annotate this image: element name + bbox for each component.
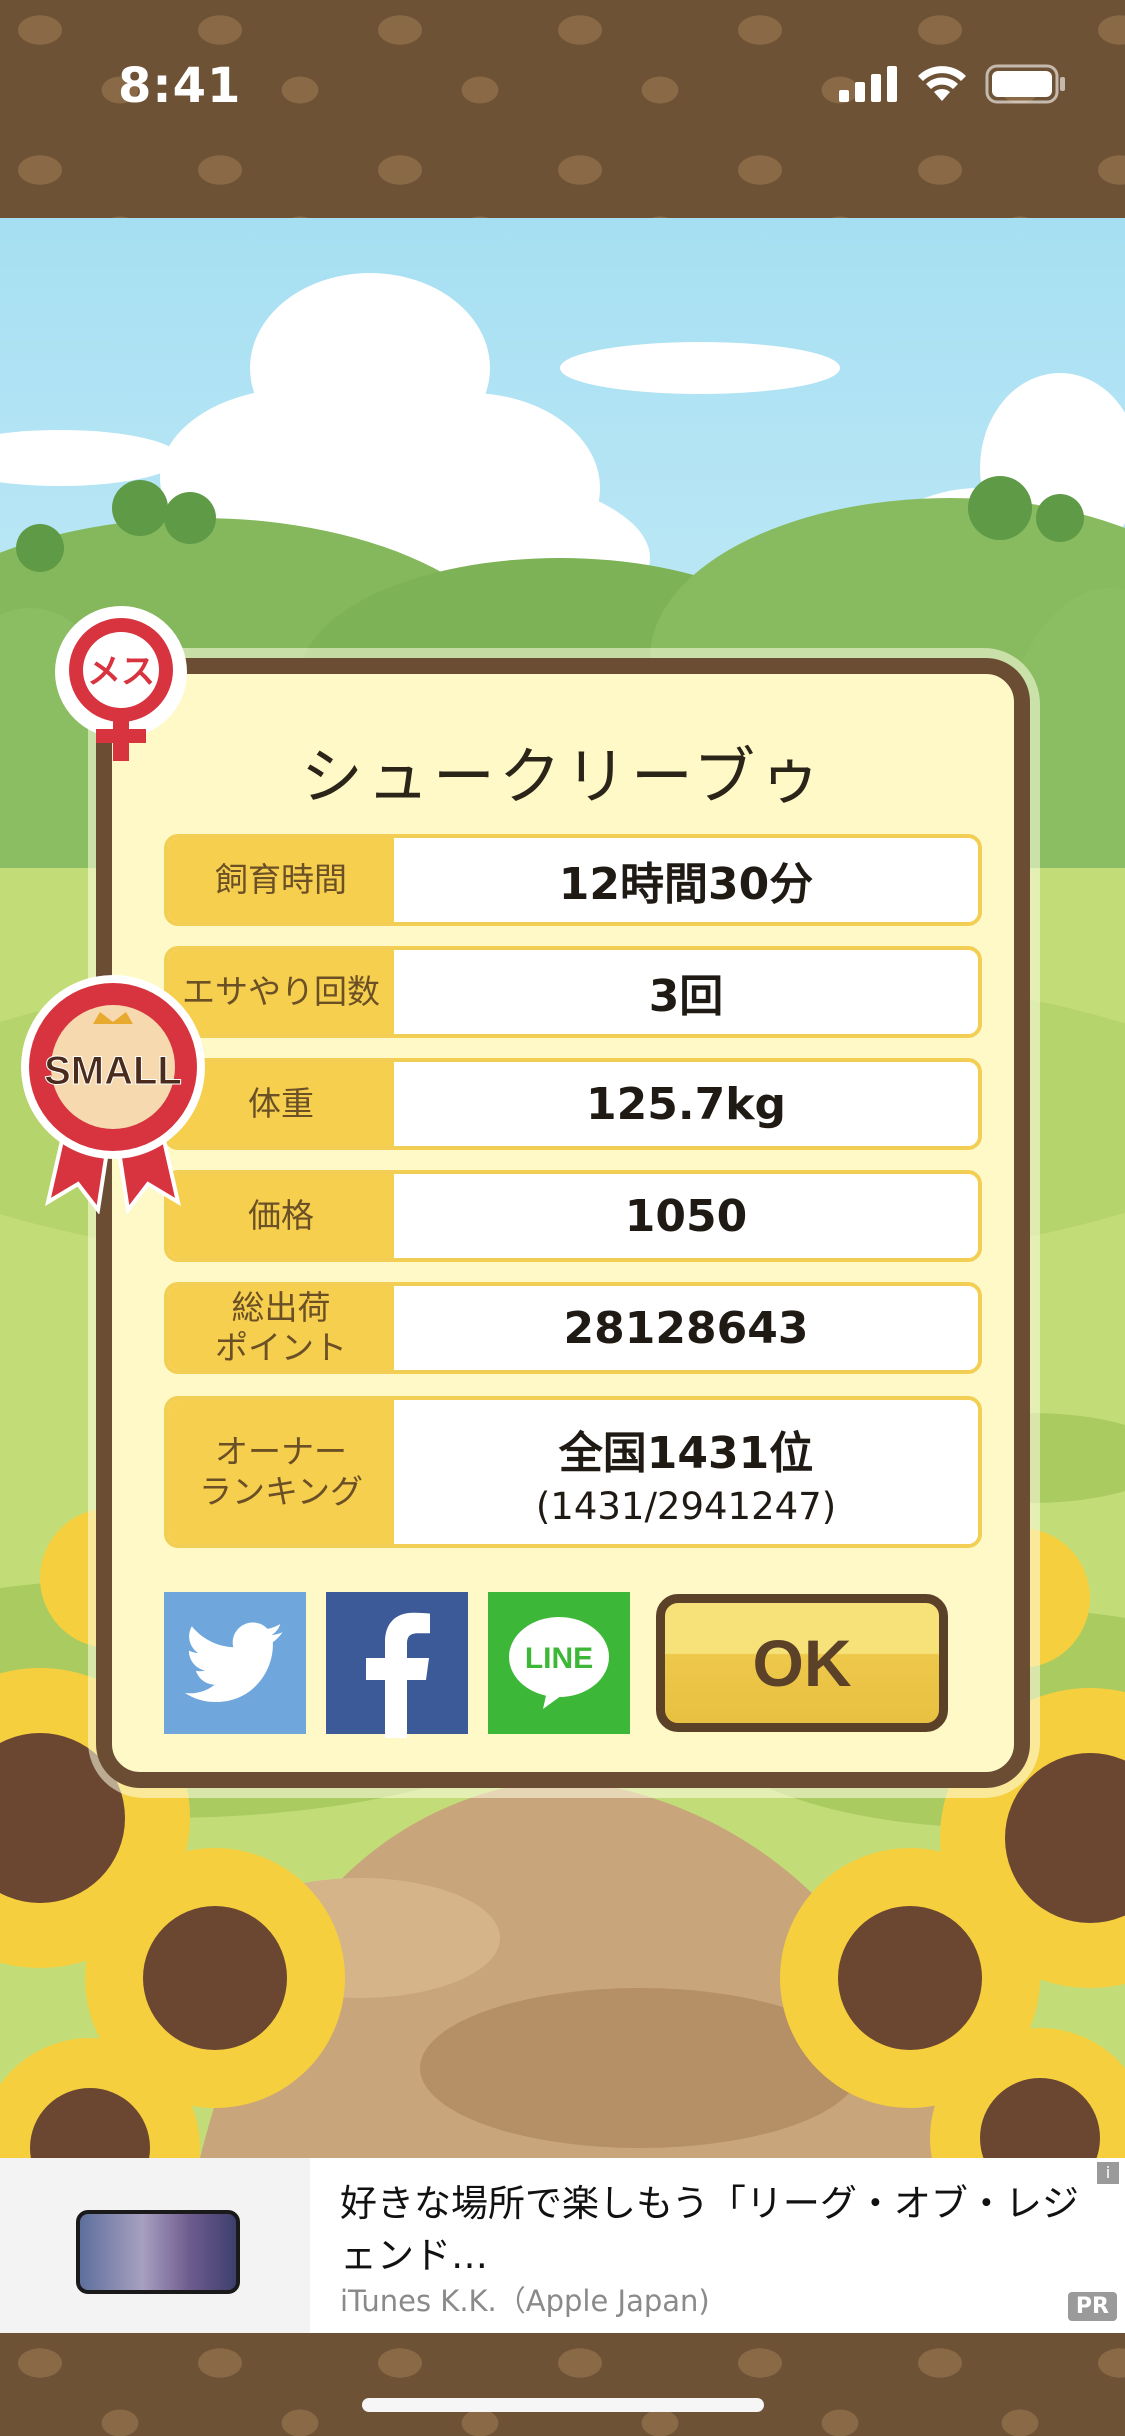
- twitter-bird-icon: [185, 1622, 283, 1702]
- twitter-share-button[interactable]: [164, 1592, 306, 1734]
- ad-thumbnail: [76, 2210, 240, 2294]
- info-row-owner-ranking: オーナー ランキング 全国1431位 (1431/2941247): [164, 1396, 982, 1548]
- info-row-value: 全国1431位 (1431/2941247): [394, 1400, 978, 1544]
- line-logo-icon: LINE: [509, 1617, 609, 1709]
- size-label: SMALL: [44, 1049, 182, 1093]
- female-badge: メス: [55, 606, 187, 761]
- ad-info-icon[interactable]: i: [1097, 2162, 1119, 2184]
- facebook-f-icon: [366, 1612, 430, 1738]
- ad-banner[interactable]: 好きな場所で楽しもう「リーグ・オブ・レジェンド… iTunes K.K.（App…: [0, 2158, 1125, 2333]
- info-row-value: 28128643: [394, 1286, 978, 1370]
- info-row-value: 3回: [394, 950, 978, 1034]
- info-row-label: 総出荷 ポイント: [168, 1286, 394, 1370]
- ranking-detail: (1431/2941247): [535, 1484, 837, 1528]
- line-share-button[interactable]: LINE: [488, 1592, 630, 1734]
- status-icons: [839, 64, 1067, 104]
- pig-info-dialog: シュークリーブゥ 飼育時間 12時間30分 エサやり回数 3回 体重 125.7…: [96, 658, 1030, 1788]
- pig-name: シュークリーブゥ: [300, 740, 826, 813]
- ok-button[interactable]: OK: [656, 1594, 948, 1732]
- line-logo-label: LINE: [525, 1642, 593, 1675]
- home-indicator[interactable]: [362, 2398, 764, 2412]
- info-row-label: 飼育時間: [168, 838, 394, 922]
- ad-title[interactable]: 好きな場所で楽しもう「リーグ・オブ・レジェンド…: [340, 2178, 1100, 2282]
- bottom-bar: [0, 2333, 1125, 2436]
- info-row-value: 12時間30分: [394, 838, 978, 922]
- info-row-shipping-points: 総出荷 ポイント 28128643: [164, 1282, 982, 1374]
- info-row-price: 価格 1050: [164, 1170, 982, 1262]
- info-row-label: オーナー ランキング: [168, 1400, 394, 1544]
- status-time: 8:41: [118, 58, 242, 114]
- ad-thumbnail-area: [0, 2158, 310, 2333]
- info-row-weight: 体重 125.7kg: [164, 1058, 982, 1150]
- info-row-value: 125.7kg: [394, 1062, 978, 1146]
- info-row-raising-time: 飼育時間 12時間30分: [164, 834, 982, 926]
- info-row-feed-count: エサやり回数 3回: [164, 946, 982, 1038]
- gender-label: メス: [87, 652, 155, 692]
- signal-icon: [839, 66, 897, 102]
- info-row-value: 1050: [394, 1174, 978, 1258]
- size-ribbon-badge: SMALL: [21, 975, 205, 1214]
- top-bar: 8:41: [0, 0, 1125, 218]
- ad-pr-badge: PR: [1067, 2292, 1117, 2321]
- ranking-position: 全国1431位: [558, 1427, 814, 1479]
- wifi-icon: [918, 66, 966, 101]
- facebook-share-button[interactable]: [326, 1592, 468, 1738]
- battery-icon: [985, 64, 1065, 104]
- ad-publisher: iTunes K.K.（Apple Japan): [340, 2284, 710, 2318]
